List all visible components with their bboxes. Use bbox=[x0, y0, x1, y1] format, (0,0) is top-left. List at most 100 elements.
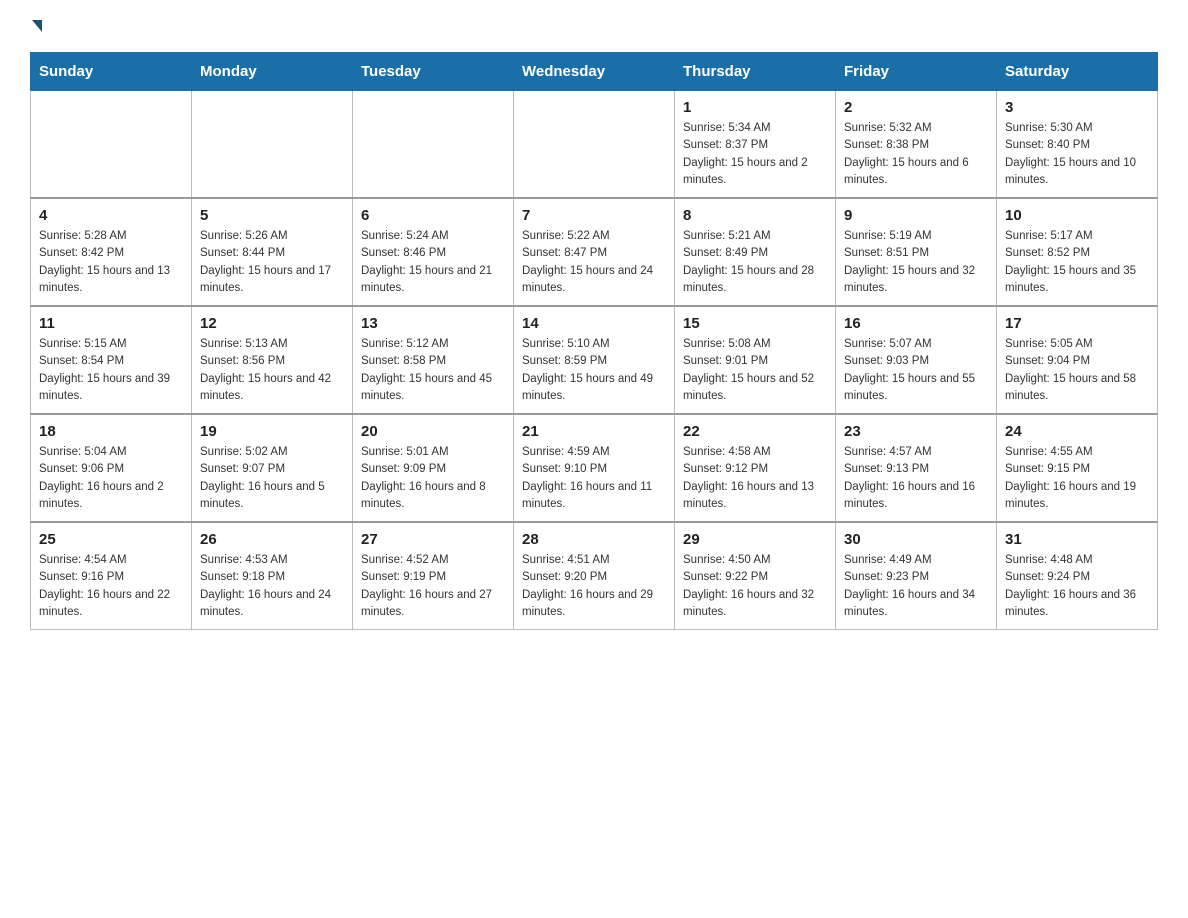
calendar-cell: 14 Sunrise: 5:10 AMSunset: 8:59 PMDayligh… bbox=[514, 306, 675, 414]
day-info: Sunrise: 5:04 AMSunset: 9:06 PMDaylight:… bbox=[39, 444, 183, 513]
day-info: Sunrise: 5:32 AMSunset: 8:38 PMDaylight:… bbox=[844, 120, 988, 189]
calendar-cell: 26 Sunrise: 4:53 AMSunset: 9:18 PMDayligh… bbox=[192, 522, 353, 630]
day-info: Sunrise: 4:50 AMSunset: 9:22 PMDaylight:… bbox=[683, 552, 827, 621]
day-number: 28 bbox=[522, 531, 666, 548]
calendar-cell: 27 Sunrise: 4:52 AMSunset: 9:19 PMDayligh… bbox=[353, 522, 514, 630]
calendar-cell bbox=[353, 91, 514, 199]
day-number: 26 bbox=[200, 531, 344, 548]
calendar-cell: 19 Sunrise: 5:02 AMSunset: 9:07 PMDayligh… bbox=[192, 414, 353, 522]
day-number: 13 bbox=[361, 315, 505, 332]
calendar-cell: 5Sunrise: 5:26 AMSunset: 8:44 PMDaylight… bbox=[192, 198, 353, 306]
day-number: 29 bbox=[683, 531, 827, 548]
calendar-cell: 23 Sunrise: 4:57 AMSunset: 9:13 PMDayligh… bbox=[836, 414, 997, 522]
header-sunday: Sunday bbox=[31, 53, 192, 91]
day-number: 1 bbox=[683, 99, 827, 116]
day-number: 5 bbox=[200, 207, 344, 224]
day-info: Sunrise: 5:24 AMSunset: 8:46 PMDaylight:… bbox=[361, 228, 505, 297]
calendar-cell: 28 Sunrise: 4:51 AMSunset: 9:20 PMDayligh… bbox=[514, 522, 675, 630]
day-info: Sunrise: 5:05 AMSunset: 9:04 PMDaylight:… bbox=[1005, 336, 1149, 405]
calendar-cell: 17 Sunrise: 5:05 AMSunset: 9:04 PMDayligh… bbox=[997, 306, 1158, 414]
calendar-header-row: SundayMondayTuesdayWednesdayThursdayFrid… bbox=[31, 53, 1158, 91]
day-info: Sunrise: 4:57 AMSunset: 9:13 PMDaylight:… bbox=[844, 444, 988, 513]
day-number: 25 bbox=[39, 531, 183, 548]
day-number: 23 bbox=[844, 423, 988, 440]
day-number: 3 bbox=[1005, 99, 1149, 116]
header-thursday: Thursday bbox=[675, 53, 836, 91]
calendar-cell bbox=[514, 91, 675, 199]
week-row-1: 1Sunrise: 5:34 AMSunset: 8:37 PMDaylight… bbox=[31, 91, 1158, 199]
logo bbox=[30, 20, 42, 32]
day-number: 15 bbox=[683, 315, 827, 332]
calendar-cell: 25 Sunrise: 4:54 AMSunset: 9:16 PMDayligh… bbox=[31, 522, 192, 630]
calendar-cell: 21Sunrise: 4:59 AMSunset: 9:10 PMDayligh… bbox=[514, 414, 675, 522]
day-info: Sunrise: 4:59 AMSunset: 9:10 PMDaylight:… bbox=[522, 444, 666, 513]
day-info: Sunrise: 4:52 AMSunset: 9:19 PMDaylight:… bbox=[361, 552, 505, 621]
day-number: 30 bbox=[844, 531, 988, 548]
header-saturday: Saturday bbox=[997, 53, 1158, 91]
page-header bbox=[30, 20, 1158, 32]
day-info: Sunrise: 5:19 AMSunset: 8:51 PMDaylight:… bbox=[844, 228, 988, 297]
day-number: 31 bbox=[1005, 531, 1149, 548]
day-info: Sunrise: 5:28 AMSunset: 8:42 PMDaylight:… bbox=[39, 228, 183, 297]
week-row-5: 25 Sunrise: 4:54 AMSunset: 9:16 PMDayligh… bbox=[31, 522, 1158, 630]
header-monday: Monday bbox=[192, 53, 353, 91]
day-info: Sunrise: 4:58 AMSunset: 9:12 PMDaylight:… bbox=[683, 444, 827, 513]
day-info: Sunrise: 5:17 AMSunset: 8:52 PMDaylight:… bbox=[1005, 228, 1149, 297]
calendar-cell bbox=[31, 91, 192, 199]
calendar-cell: 11Sunrise: 5:15 AMSunset: 8:54 PMDayligh… bbox=[31, 306, 192, 414]
day-number: 20 bbox=[361, 423, 505, 440]
calendar-cell: 4Sunrise: 5:28 AMSunset: 8:42 PMDaylight… bbox=[31, 198, 192, 306]
day-number: 8 bbox=[683, 207, 827, 224]
week-row-2: 4Sunrise: 5:28 AMSunset: 8:42 PMDaylight… bbox=[31, 198, 1158, 306]
calendar-cell: 12 Sunrise: 5:13 AMSunset: 8:56 PMDayligh… bbox=[192, 306, 353, 414]
calendar-cell: 6Sunrise: 5:24 AMSunset: 8:46 PMDaylight… bbox=[353, 198, 514, 306]
day-number: 18 bbox=[39, 423, 183, 440]
day-number: 10 bbox=[1005, 207, 1149, 224]
calendar-cell: 30 Sunrise: 4:49 AMSunset: 9:23 PMDayligh… bbox=[836, 522, 997, 630]
day-info: Sunrise: 5:15 AMSunset: 8:54 PMDaylight:… bbox=[39, 336, 183, 405]
header-tuesday: Tuesday bbox=[353, 53, 514, 91]
week-row-3: 11Sunrise: 5:15 AMSunset: 8:54 PMDayligh… bbox=[31, 306, 1158, 414]
day-number: 19 bbox=[200, 423, 344, 440]
calendar-cell: 13 Sunrise: 5:12 AMSunset: 8:58 PMDayligh… bbox=[353, 306, 514, 414]
day-number: 12 bbox=[200, 315, 344, 332]
calendar-cell: 24Sunrise: 4:55 AMSunset: 9:15 PMDayligh… bbox=[997, 414, 1158, 522]
day-number: 17 bbox=[1005, 315, 1149, 332]
day-number: 2 bbox=[844, 99, 988, 116]
day-number: 22 bbox=[683, 423, 827, 440]
day-info: Sunrise: 5:02 AMSunset: 9:07 PMDaylight:… bbox=[200, 444, 344, 513]
day-info: Sunrise: 4:48 AMSunset: 9:24 PMDaylight:… bbox=[1005, 552, 1149, 621]
day-info: Sunrise: 5:21 AMSunset: 8:49 PMDaylight:… bbox=[683, 228, 827, 297]
calendar-cell: 20 Sunrise: 5:01 AMSunset: 9:09 PMDayligh… bbox=[353, 414, 514, 522]
logo-arrow-icon bbox=[32, 20, 42, 32]
day-info: Sunrise: 4:53 AMSunset: 9:18 PMDaylight:… bbox=[200, 552, 344, 621]
calendar-cell: 1Sunrise: 5:34 AMSunset: 8:37 PMDaylight… bbox=[675, 91, 836, 199]
day-info: Sunrise: 5:13 AMSunset: 8:56 PMDaylight:… bbox=[200, 336, 344, 405]
day-info: Sunrise: 4:49 AMSunset: 9:23 PMDaylight:… bbox=[844, 552, 988, 621]
day-info: Sunrise: 5:07 AMSunset: 9:03 PMDaylight:… bbox=[844, 336, 988, 405]
calendar-cell: 15 Sunrise: 5:08 AMSunset: 9:01 PMDayligh… bbox=[675, 306, 836, 414]
calendar-cell: 7 Sunrise: 5:22 AMSunset: 8:47 PMDaylight… bbox=[514, 198, 675, 306]
day-number: 27 bbox=[361, 531, 505, 548]
day-info: Sunrise: 5:22 AMSunset: 8:47 PMDaylight:… bbox=[522, 228, 666, 297]
day-number: 7 bbox=[522, 207, 666, 224]
day-number: 9 bbox=[844, 207, 988, 224]
week-row-4: 18 Sunrise: 5:04 AMSunset: 9:06 PMDayligh… bbox=[31, 414, 1158, 522]
calendar-table: SundayMondayTuesdayWednesdayThursdayFrid… bbox=[30, 52, 1158, 630]
day-info: Sunrise: 5:08 AMSunset: 9:01 PMDaylight:… bbox=[683, 336, 827, 405]
day-info: Sunrise: 4:54 AMSunset: 9:16 PMDaylight:… bbox=[39, 552, 183, 621]
header-wednesday: Wednesday bbox=[514, 53, 675, 91]
day-number: 24 bbox=[1005, 423, 1149, 440]
calendar-cell: 3 Sunrise: 5:30 AMSunset: 8:40 PMDaylight… bbox=[997, 91, 1158, 199]
calendar-cell bbox=[192, 91, 353, 199]
day-number: 14 bbox=[522, 315, 666, 332]
day-info: Sunrise: 5:10 AMSunset: 8:59 PMDaylight:… bbox=[522, 336, 666, 405]
day-info: Sunrise: 5:30 AMSunset: 8:40 PMDaylight:… bbox=[1005, 120, 1149, 189]
calendar-cell: 2 Sunrise: 5:32 AMSunset: 8:38 PMDaylight… bbox=[836, 91, 997, 199]
day-info: Sunrise: 5:12 AMSunset: 8:58 PMDaylight:… bbox=[361, 336, 505, 405]
calendar-cell: 9 Sunrise: 5:19 AMSunset: 8:51 PMDaylight… bbox=[836, 198, 997, 306]
day-info: Sunrise: 4:51 AMSunset: 9:20 PMDaylight:… bbox=[522, 552, 666, 621]
day-info: Sunrise: 5:01 AMSunset: 9:09 PMDaylight:… bbox=[361, 444, 505, 513]
calendar-cell: 8 Sunrise: 5:21 AMSunset: 8:49 PMDaylight… bbox=[675, 198, 836, 306]
calendar-cell: 10 Sunrise: 5:17 AMSunset: 8:52 PMDayligh… bbox=[997, 198, 1158, 306]
